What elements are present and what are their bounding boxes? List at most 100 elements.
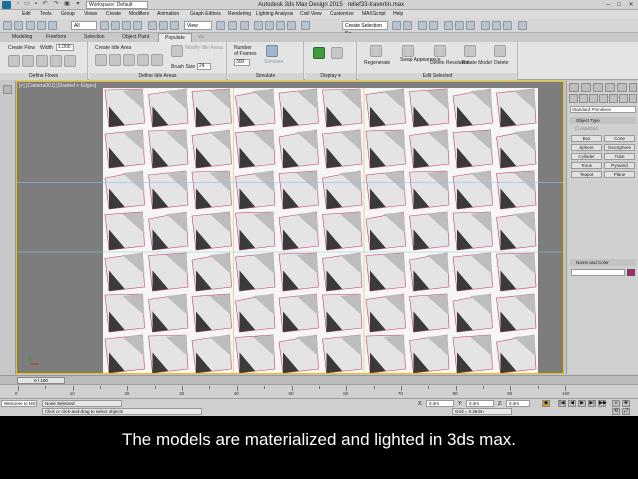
move-icon[interactable] — [148, 21, 157, 30]
relief-panel[interactable] — [322, 211, 363, 251]
plane-button[interactable]: Plane — [604, 171, 635, 178]
relief-panel[interactable] — [496, 129, 537, 169]
close-button[interactable]: ✕ — [626, 1, 636, 9]
delete-resolution-icon[interactable] — [434, 45, 446, 57]
render-in-cloud-icon[interactable] — [518, 21, 527, 30]
bind-space-warp-icon[interactable] — [48, 21, 57, 30]
relief-panel[interactable] — [365, 211, 406, 251]
relief-panel[interactable] — [409, 293, 450, 333]
relief-panel[interactable] — [365, 88, 406, 128]
edit-named-selection-icon[interactable] — [301, 21, 310, 30]
relief-panel[interactable] — [496, 334, 537, 373]
orbit-viewport-icon[interactable]: ⟲ — [612, 408, 620, 415]
undo-toolbar-icon[interactable] — [3, 21, 12, 30]
cone-button[interactable]: Cone — [604, 135, 635, 142]
relief-panel[interactable] — [409, 129, 450, 169]
relief-panel[interactable] — [191, 170, 232, 210]
cameras-icon[interactable] — [599, 94, 608, 103]
systems-icon[interactable] — [629, 94, 637, 103]
viewport-layout-icon[interactable] — [3, 85, 12, 94]
selection-filter-dropdown[interactable]: All — [71, 21, 97, 30]
create-idle-area-label[interactable]: Create Idle Area — [95, 45, 131, 51]
project-folder-icon[interactable]: ▣ — [63, 1, 71, 8]
teapot-button[interactable]: Teapot — [571, 171, 602, 178]
maximize-viewport-icon[interactable]: ⤢ — [622, 408, 630, 415]
relief-panel[interactable] — [191, 129, 232, 169]
align-icon[interactable] — [403, 21, 412, 30]
relief-panel[interactable] — [191, 211, 232, 251]
delete-button[interactable]: Delete — [494, 60, 508, 66]
relief-panel[interactable] — [409, 252, 450, 292]
relief-panel[interactable] — [104, 211, 145, 251]
relief-panel[interactable] — [278, 334, 319, 373]
rendered-frame-window-icon[interactable] — [492, 21, 501, 30]
relief-panel[interactable] — [148, 129, 189, 169]
flow-ramp-icon[interactable] — [22, 55, 34, 67]
motion-tab-icon[interactable] — [605, 83, 615, 92]
next-frame-icon[interactable]: ▶| — [588, 400, 596, 407]
geometry-icon[interactable] — [569, 94, 578, 103]
relief-panel[interactable] — [235, 252, 276, 292]
relief-panel[interactable] — [278, 88, 319, 128]
z-coord-input[interactable]: 0.0m — [506, 400, 530, 407]
relief-panel[interactable] — [235, 88, 276, 128]
relief-panel[interactable] — [496, 211, 537, 251]
relief-panel[interactable] — [104, 88, 145, 128]
open-file-icon[interactable]: ▭ — [23, 1, 31, 8]
menu-tools[interactable]: Tools — [40, 10, 52, 19]
menu-create[interactable]: Create — [106, 10, 121, 19]
menu-graph-editors[interactable]: Graph Editors — [190, 10, 221, 19]
object-type-rollout[interactable]: Object Type — [570, 117, 636, 124]
time-slider-thumb[interactable]: 0 / 100 — [17, 377, 65, 384]
previous-frame-icon[interactable]: ◀ — [568, 400, 576, 407]
menu-help[interactable]: Help — [393, 10, 403, 19]
frames-input[interactable]: 300 — [234, 59, 250, 66]
pyramid-button[interactable]: Pyramid — [604, 162, 635, 169]
relief-panel[interactable] — [496, 252, 537, 292]
tab-modeling[interactable]: Modeling — [6, 33, 38, 42]
menu-customize[interactable]: Customize — [330, 10, 354, 19]
relief-panel[interactable] — [409, 334, 450, 373]
angle-snap-icon[interactable] — [265, 21, 274, 30]
rotate-model-icon[interactable] — [464, 45, 476, 57]
box-button[interactable]: Box — [571, 135, 602, 142]
undo-icon[interactable]: ↶ — [41, 1, 49, 8]
relief-panel[interactable] — [278, 211, 319, 251]
relief-panel[interactable] — [409, 170, 450, 210]
flow-points-icon[interactable] — [64, 55, 76, 67]
rectangular-selection-icon[interactable] — [122, 21, 131, 30]
menu-edit[interactable]: Edit — [22, 10, 31, 19]
lights-icon[interactable] — [589, 94, 598, 103]
relief-panel[interactable] — [322, 129, 363, 169]
simulate-button[interactable]: Simulate — [264, 59, 283, 65]
relief-panel[interactable] — [104, 334, 145, 373]
relief-panel[interactable] — [278, 293, 319, 333]
maximize-button[interactable]: □ — [614, 1, 624, 9]
unlink-icon[interactable] — [37, 21, 46, 30]
relief-panel[interactable] — [452, 252, 493, 292]
relief-panel[interactable] — [148, 293, 189, 333]
select-manipulate-icon[interactable] — [228, 21, 237, 30]
redo-icon[interactable]: ↷ — [52, 1, 60, 8]
relief-panel[interactable] — [235, 211, 276, 251]
relief-panel[interactable] — [322, 293, 363, 333]
relief-panel[interactable] — [104, 170, 145, 210]
relief-panel[interactable] — [148, 334, 189, 373]
viewport[interactable]: [+] [Camera001] [Shaded + Edges] — [16, 81, 564, 374]
menu-maxscript[interactable]: MAXScript — [362, 10, 386, 19]
save-file-icon[interactable]: ▪ — [32, 1, 40, 8]
create-tab-icon[interactable] — [569, 83, 579, 92]
minimize-button[interactable]: – — [603, 1, 613, 9]
viewport-canvas[interactable] — [17, 82, 563, 373]
relief-panel[interactable] — [409, 211, 450, 251]
relief-panel[interactable] — [191, 293, 232, 333]
relief-panel[interactable] — [148, 211, 189, 251]
relief-panel[interactable] — [452, 293, 493, 333]
regenerate-button[interactable]: Regenerate — [364, 60, 390, 66]
workspace-selector[interactable]: Workspace: Default — [86, 1, 148, 9]
object-name-input[interactable] — [571, 269, 625, 276]
relief-panel[interactable] — [452, 334, 493, 373]
relief-panel[interactable] — [278, 252, 319, 292]
tab-freeform[interactable]: Freeform — [40, 33, 72, 42]
display-person-icon[interactable] — [313, 47, 325, 59]
